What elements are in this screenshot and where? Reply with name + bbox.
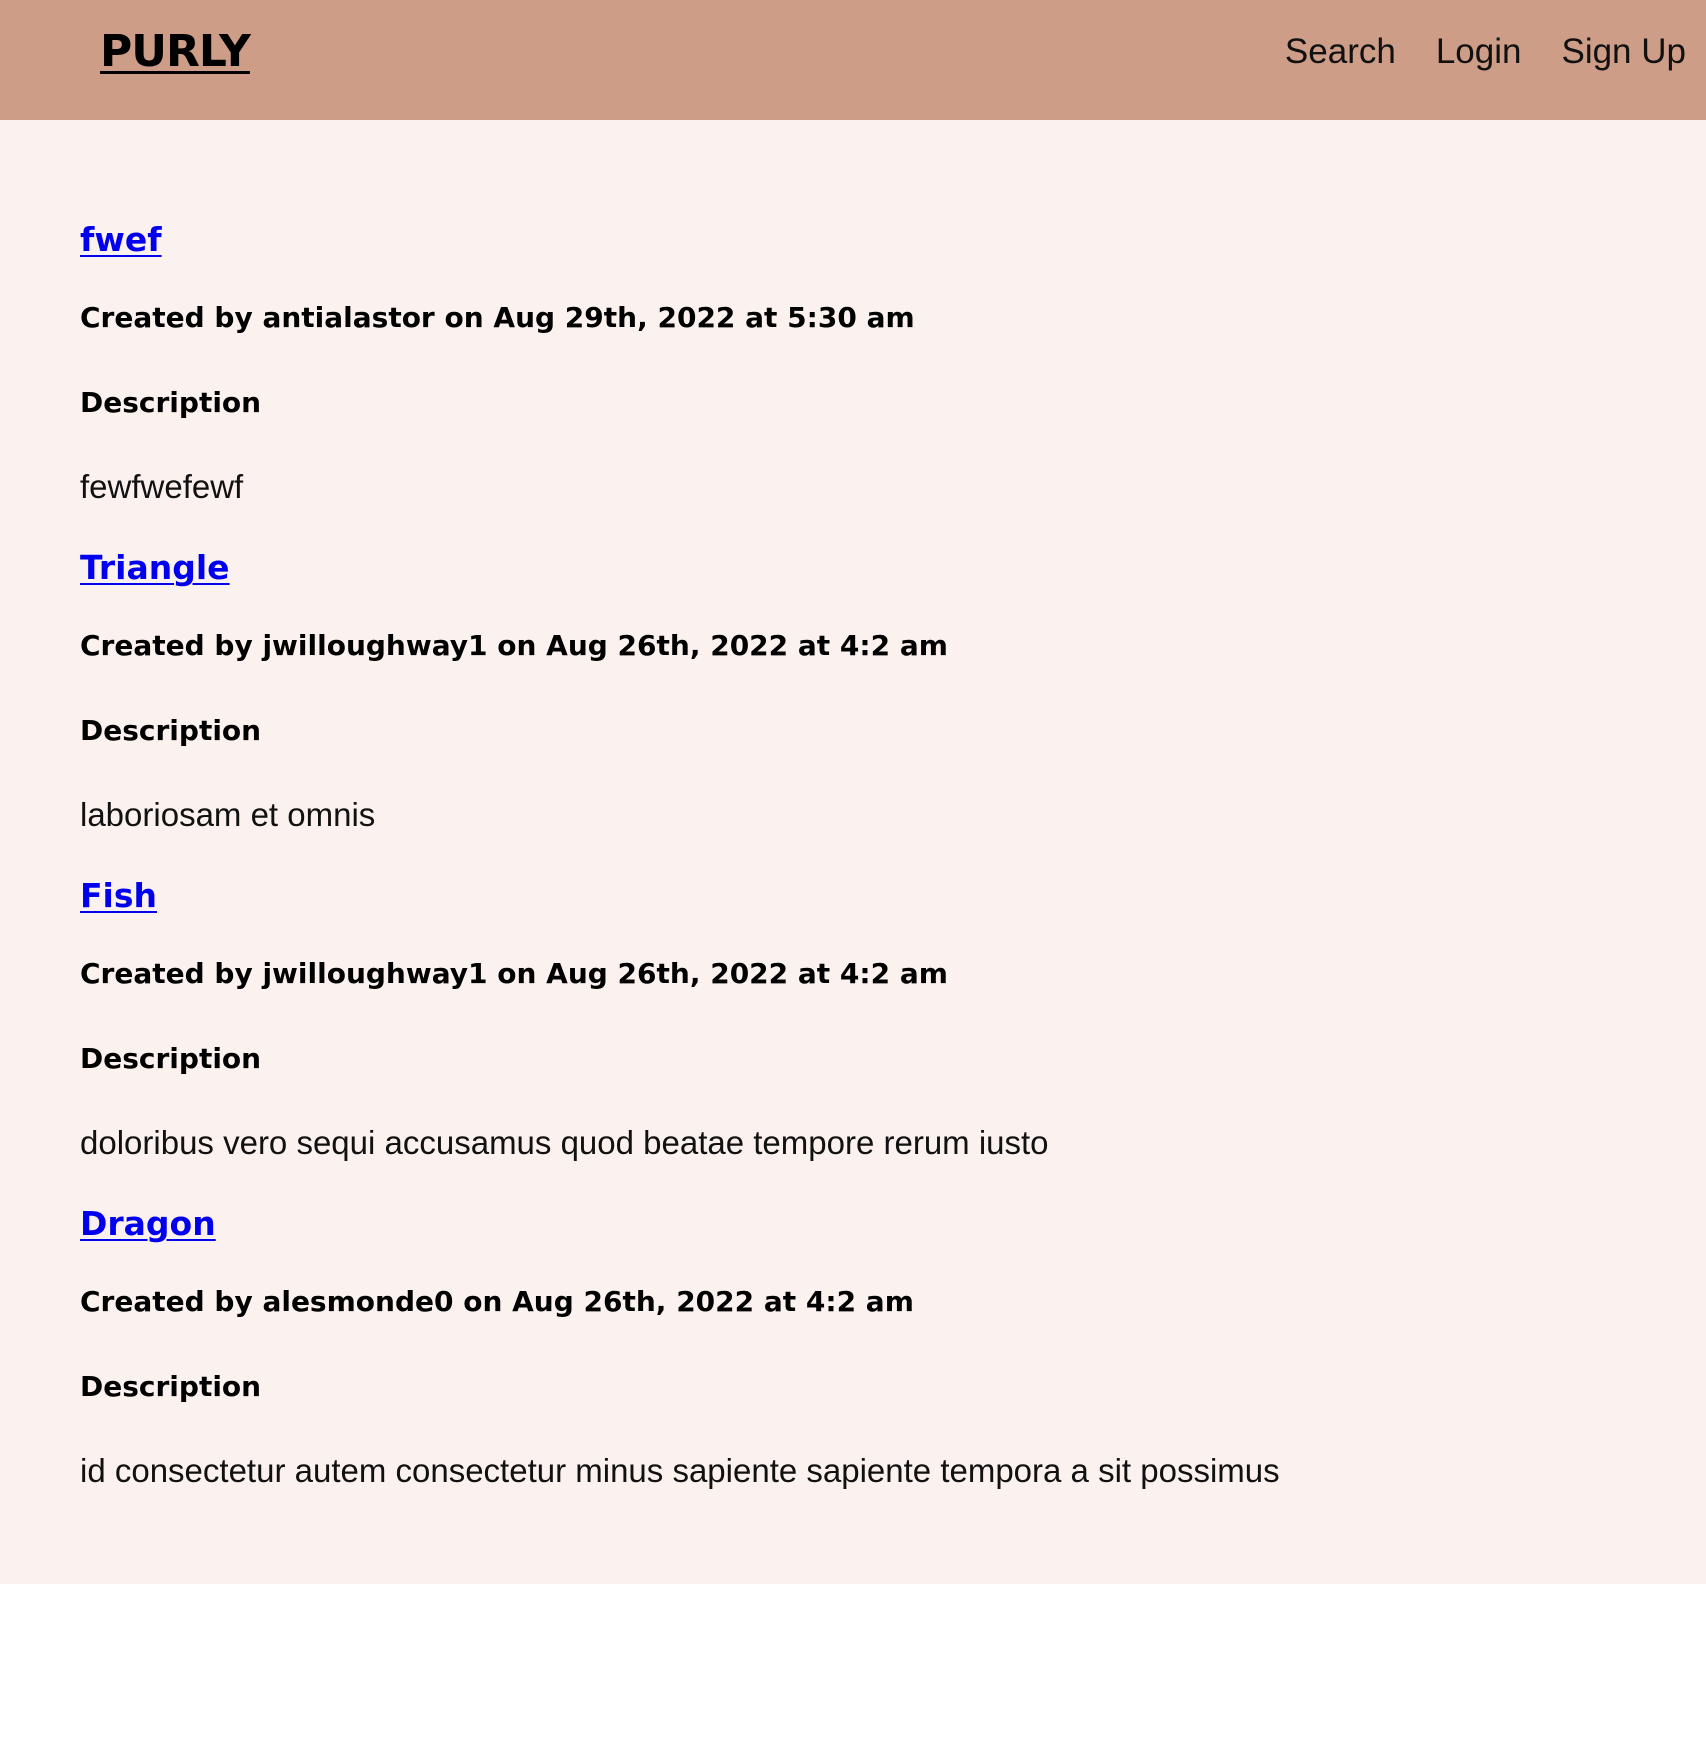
nav-links: Search Login Sign Up xyxy=(1285,30,1686,74)
post-title-link[interactable]: Fish xyxy=(80,876,157,916)
post-list: fwef Created by antialastor on Aug 29th,… xyxy=(0,120,1706,1584)
post-description: laboriosam et omnis xyxy=(80,796,376,833)
post-description-label: Description xyxy=(80,386,262,419)
post-meta: Created by antialastor on Aug 29th, 2022… xyxy=(80,301,915,334)
nav-signup-link[interactable]: Sign Up xyxy=(1561,30,1686,74)
nav-login-link[interactable]: Login xyxy=(1436,30,1522,74)
post-meta: Created by jwilloughway1 on Aug 26th, 20… xyxy=(80,629,948,662)
post-description: id consectetur autem consectetur minus s… xyxy=(80,1452,1280,1489)
post-description-label: Description xyxy=(80,1042,262,1075)
post-description-label: Description xyxy=(80,1370,262,1403)
post-description-label: Description xyxy=(80,714,262,747)
post-meta: Created by jwilloughway1 on Aug 26th, 20… xyxy=(80,957,948,990)
post-description: doloribus vero sequi accusamus quod beat… xyxy=(80,1124,1049,1161)
post-meta: Created by alesmonde0 on Aug 26th, 2022 … xyxy=(80,1285,914,1318)
post-description: fewfwefewf xyxy=(80,468,244,505)
nav-search-link[interactable]: Search xyxy=(1285,30,1396,74)
post-title-link[interactable]: Dragon xyxy=(80,1204,216,1244)
post-title-link[interactable]: Triangle xyxy=(80,548,230,588)
logo-link[interactable]: PURLY xyxy=(100,26,251,78)
post-title-link[interactable]: fwef xyxy=(80,220,162,260)
navbar: PURLY Search Login Sign Up xyxy=(0,0,1706,120)
